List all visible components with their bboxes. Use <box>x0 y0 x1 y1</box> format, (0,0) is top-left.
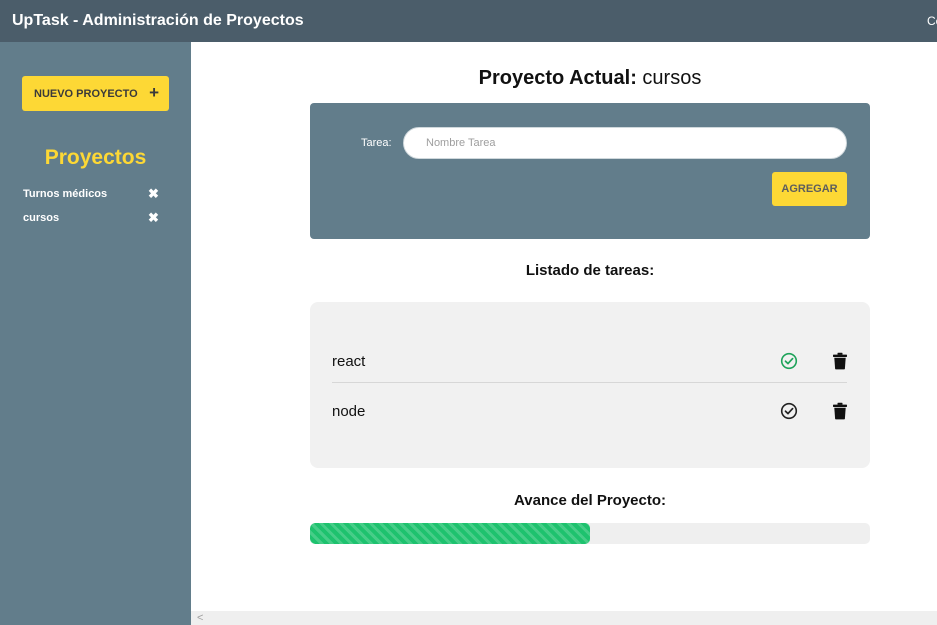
delete-project-icon[interactable]: ✖ <box>148 186 159 202</box>
task-name-input[interactable] <box>403 127 847 159</box>
task-label: Tarea: <box>361 137 392 149</box>
project-name[interactable]: Turnos médicos <box>23 188 107 200</box>
progress-bar <box>310 523 870 544</box>
current-project-name: cursos <box>642 67 702 89</box>
app-header: UpTask - Administración de Proyectos Ce <box>0 0 937 42</box>
header-right-text[interactable]: Ce <box>927 14 937 28</box>
task-name: react <box>332 353 366 370</box>
task-row: react <box>332 339 847 383</box>
task-list-heading: Listado de tareas: <box>525 262 655 279</box>
task-row: node <box>332 389 847 433</box>
horizontal-scrollbar[interactable]: < <box>191 611 937 625</box>
check-circle-icon[interactable] <box>780 352 798 370</box>
task-list: react node <box>310 302 870 468</box>
page-title-prefix: Proyecto Actual: <box>478 67 637 89</box>
delete-project-icon[interactable]: ✖ <box>148 210 159 226</box>
page-title: Proyecto Actual: cursos <box>310 67 870 90</box>
task-form: Tarea: AGREGAR <box>310 103 870 239</box>
scroll-left-arrow-icon[interactable]: < <box>197 612 203 624</box>
new-project-button[interactable]: NUEVO PROYECTO + <box>22 76 169 111</box>
sidebar-item-cursos[interactable]: cursos ✖ <box>23 210 163 228</box>
app-title: UpTask - Administración de Proyectos <box>12 12 304 29</box>
trash-icon[interactable] <box>832 352 848 370</box>
plus-icon: + <box>149 83 159 102</box>
sidebar-item-turnos-medicos[interactable]: Turnos médicos ✖ <box>23 186 163 204</box>
sidebar: NUEVO PROYECTO + Proyectos Turnos médico… <box>0 42 191 625</box>
trash-icon[interactable] <box>832 402 848 420</box>
project-name[interactable]: cursos <box>23 212 59 224</box>
add-task-button[interactable]: AGREGAR <box>772 172 847 206</box>
projects-heading: Proyectos <box>44 146 147 169</box>
new-project-label: NUEVO PROYECTO <box>34 87 138 100</box>
check-circle-icon[interactable] <box>780 402 798 420</box>
progress-bar-fill <box>310 523 590 544</box>
task-name: node <box>332 403 366 420</box>
progress-heading: Avance del Proyecto: <box>514 492 666 509</box>
